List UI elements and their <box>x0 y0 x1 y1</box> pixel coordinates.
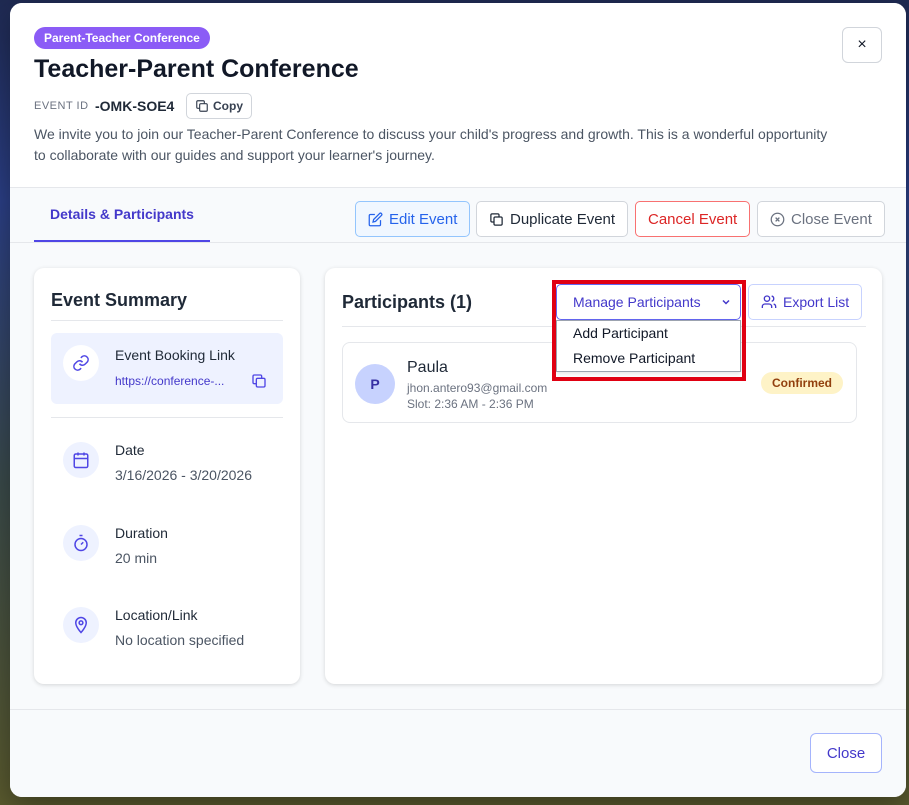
close-icon: × <box>857 36 867 53</box>
event-details-modal: Parent-Teacher Conference Teacher-Parent… <box>10 3 906 797</box>
event-summary-card: Event Summary Event Booking Link https:/… <box>34 268 300 684</box>
duplicate-event-button[interactable]: Duplicate Event <box>476 201 629 237</box>
edit-event-button[interactable]: Edit Event <box>355 201 471 237</box>
cancel-event-button[interactable]: Cancel Event <box>635 201 751 237</box>
date-row: Date 3/16/2026 - 3/20/2026 <box>51 442 283 502</box>
participants-card: Participants (1) Manage Participants Exp… <box>325 268 882 684</box>
users-icon <box>761 294 777 310</box>
circle-x-icon <box>770 212 785 227</box>
participants-title: Participants (1) <box>342 292 473 312</box>
event-description: We invite you to join our Teacher-Parent… <box>34 126 828 163</box>
copy-icon <box>195 99 209 113</box>
date-label: Date <box>115 442 145 458</box>
manage-participants-label: Manage Participants <box>573 294 701 310</box>
copy-event-id-button[interactable]: Copy <box>186 93 252 119</box>
date-value: 3/16/2026 - 3/20/2026 <box>115 467 253 483</box>
event-id-value: -OMK-SOE4 <box>95 98 175 114</box>
participant-slot: Slot: 2:36 AM - 2:36 PM <box>407 397 534 411</box>
close-event-button[interactable]: Close Event <box>757 201 885 237</box>
calendar-icon <box>63 442 99 478</box>
cancel-event-label: Cancel Event <box>648 210 738 228</box>
option-remove-participant[interactable]: Remove Participant <box>557 346 740 371</box>
participant-name: Paula <box>407 359 448 376</box>
divider <box>51 320 283 321</box>
close-modal-button[interactable]: × <box>842 27 882 63</box>
tab-details-participants[interactable]: Details & Participants <box>34 188 210 242</box>
export-list-button[interactable]: Export List <box>748 284 863 320</box>
booking-link-row: Event Booking Link https://conference-..… <box>51 333 283 404</box>
modal-header: Parent-Teacher Conference Teacher-Parent… <box>10 3 906 188</box>
event-summary-title: Event Summary <box>51 290 188 310</box>
manage-participants-dropdown: Add Participant Remove Participant <box>556 320 741 372</box>
divider <box>51 417 283 418</box>
duration-label: Duration <box>115 525 168 541</box>
stopwatch-icon <box>63 525 99 561</box>
participant-email: jhon.antero93@gmail.com <box>407 381 548 395</box>
booking-link[interactable]: https://conference-... <box>115 374 239 388</box>
edit-icon <box>368 212 383 227</box>
duplicate-event-label: Duplicate Event <box>510 210 616 228</box>
edit-event-label: Edit Event <box>389 210 458 228</box>
event-title: Teacher-Parent Conference <box>34 55 359 83</box>
tab-bar: Details & Participants Edit Event Duplic… <box>10 188 906 243</box>
close-button[interactable]: Close <box>810 733 882 773</box>
modal-footer: Close <box>10 709 906 797</box>
location-value: No location specified <box>115 632 245 648</box>
event-type-badge: Parent-Teacher Conference <box>34 27 210 49</box>
location-label: Location/Link <box>115 607 198 623</box>
link-icon <box>63 345 99 381</box>
chevron-down-icon <box>720 296 732 308</box>
option-add-participant[interactable]: Add Participant <box>557 321 740 346</box>
duration-value: 20 min <box>115 550 158 566</box>
copy-label: Copy <box>213 99 243 113</box>
event-id-label: EVENT ID <box>34 100 89 112</box>
booking-link-label: Event Booking Link <box>115 347 235 363</box>
avatar: P <box>355 364 395 404</box>
location-row: Location/Link No location specified <box>51 607 283 667</box>
status-badge: Confirmed <box>761 372 843 394</box>
map-pin-icon <box>63 607 99 643</box>
export-list-label: Export List <box>783 294 850 310</box>
modal-content: Event Summary Event Booking Link https:/… <box>10 243 906 709</box>
duplicate-icon <box>489 212 504 227</box>
duration-row: Duration 20 min <box>51 525 283 585</box>
close-event-label: Close Event <box>791 210 872 228</box>
manage-participants-select[interactable]: Manage Participants <box>556 284 741 320</box>
copy-link-icon[interactable] <box>251 373 267 389</box>
